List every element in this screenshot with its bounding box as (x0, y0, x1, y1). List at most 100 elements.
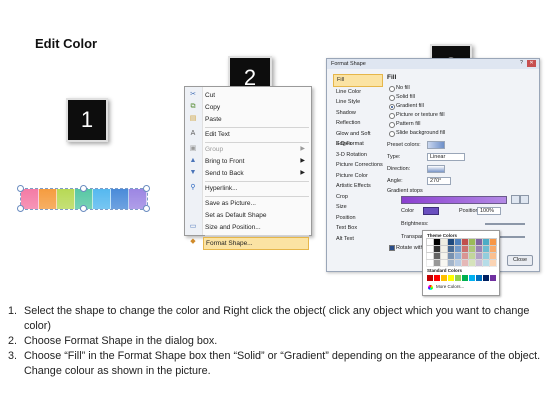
nav-item-shadow[interactable]: Shadow (333, 108, 383, 119)
theme-color-swatch[interactable] (461, 252, 469, 260)
nav-item-size[interactable]: Size (333, 202, 383, 213)
theme-color-swatch[interactable] (461, 245, 469, 253)
standard-color-swatch[interactable] (441, 275, 447, 281)
theme-color-swatch[interactable] (489, 238, 497, 246)
theme-color-swatch[interactable] (489, 252, 497, 260)
fill-option-radio[interactable] (389, 104, 395, 110)
theme-color-swatch[interactable] (440, 252, 448, 260)
standard-color-swatch[interactable] (483, 275, 489, 281)
theme-color-swatch[interactable] (426, 259, 434, 267)
standard-color-swatch[interactable] (427, 275, 433, 281)
selection-handle[interactable] (143, 185, 150, 192)
theme-color-swatch[interactable] (475, 245, 483, 253)
strip-segment[interactable] (39, 189, 57, 209)
brightness-slider[interactable] (485, 223, 525, 225)
rotate-checkbox[interactable] (389, 245, 395, 251)
menu-item-edit-text[interactable]: Edit Text (203, 129, 309, 140)
standard-color-swatch[interactable] (434, 275, 440, 281)
theme-color-swatch[interactable] (433, 259, 441, 267)
selection-handle[interactable] (17, 205, 24, 212)
selection-handle[interactable] (17, 185, 24, 192)
theme-color-swatch[interactable] (482, 259, 490, 267)
gradient-stops-bar[interactable] (401, 196, 507, 204)
theme-color-swatch[interactable] (468, 245, 476, 253)
theme-color-swatch[interactable] (468, 259, 476, 267)
more-colors-link[interactable]: More Colors... (436, 284, 464, 289)
angle-input[interactable]: 270° (427, 177, 451, 185)
nav-item-3-d-rotation[interactable]: 3-D Rotation (333, 150, 383, 161)
nav-item-fill[interactable]: Fill (333, 74, 383, 87)
remove-stop-button[interactable] (520, 195, 529, 204)
menu-item-paste[interactable]: Paste (203, 114, 309, 125)
standard-color-swatch[interactable] (448, 275, 454, 281)
theme-color-swatch[interactable] (454, 238, 462, 246)
theme-color-swatch[interactable] (447, 245, 455, 253)
theme-color-swatch[interactable] (440, 259, 448, 267)
nav-item-reflection[interactable]: Reflection (333, 118, 383, 129)
strip-segment[interactable] (57, 189, 75, 209)
theme-color-swatch[interactable] (461, 238, 469, 246)
theme-color-swatch[interactable] (433, 238, 441, 246)
nav-item-crop[interactable]: Crop (333, 192, 383, 203)
menu-item-size-and-position[interactable]: Size and Position... (203, 222, 309, 233)
preset-colors-dropdown[interactable] (427, 141, 445, 149)
theme-color-swatch[interactable] (461, 259, 469, 267)
theme-color-swatch[interactable] (454, 252, 462, 260)
theme-color-swatch[interactable] (454, 259, 462, 267)
theme-color-swatch[interactable] (440, 238, 448, 246)
strip-segment[interactable] (21, 189, 39, 209)
menu-item-cut[interactable]: Cut (203, 90, 309, 101)
theme-color-swatch[interactable] (447, 259, 455, 267)
menu-item-hyperlink[interactable]: Hyperlink... (203, 183, 309, 194)
theme-color-swatch[interactable] (468, 252, 476, 260)
nav-item-line-color[interactable]: Line Color (333, 87, 383, 98)
position-input[interactable]: 100% (477, 207, 501, 215)
theme-color-swatch[interactable] (482, 238, 490, 246)
theme-color-swatch[interactable] (475, 252, 483, 260)
nav-item-picture-corrections[interactable]: Picture Corrections (333, 160, 383, 171)
standard-color-swatch[interactable] (455, 275, 461, 281)
theme-color-swatch[interactable] (426, 245, 434, 253)
menu-item-format-shape[interactable]: Format Shape... (203, 237, 309, 250)
fill-option-radio[interactable] (389, 95, 395, 101)
theme-color-swatch[interactable] (475, 259, 483, 267)
fill-option-radio[interactable] (389, 113, 395, 119)
color-picker-button[interactable] (423, 207, 439, 215)
strip-segment[interactable] (111, 189, 129, 209)
standard-color-swatch[interactable] (476, 275, 482, 281)
theme-color-swatch[interactable] (447, 238, 455, 246)
add-stop-button[interactable] (511, 195, 520, 204)
theme-color-swatch[interactable] (447, 252, 455, 260)
selection-handle[interactable] (143, 205, 150, 212)
direction-dropdown[interactable] (427, 165, 445, 173)
standard-color-swatch[interactable] (469, 275, 475, 281)
theme-color-swatch[interactable] (489, 245, 497, 253)
nav-item-picture-color[interactable]: Picture Color (333, 171, 383, 182)
close-icon[interactable]: ✕ (527, 60, 536, 67)
theme-color-swatch[interactable] (482, 252, 490, 260)
menu-item-bring-to-front[interactable]: Bring to Front ▶ (203, 156, 309, 167)
theme-color-swatch[interactable] (426, 238, 434, 246)
theme-color-swatch[interactable] (489, 259, 497, 267)
menu-item-send-to-back[interactable]: Send to Back ▶ (203, 168, 309, 179)
theme-color-swatch[interactable] (433, 245, 441, 253)
menu-item-set-as-default-shape[interactable]: Set as Default Shape (203, 210, 309, 221)
fill-option-radio[interactable] (389, 122, 395, 128)
nav-item-position[interactable]: Position (333, 213, 383, 224)
nav-item-3-d-format[interactable]: 3-D Format (333, 139, 383, 150)
theme-color-swatch[interactable] (468, 238, 476, 246)
selection-handle[interactable] (80, 205, 87, 212)
theme-color-swatch[interactable] (433, 252, 441, 260)
menu-item-group[interactable]: Group ▶ (203, 144, 309, 155)
strip-segment[interactable] (93, 189, 111, 209)
nav-item-artistic-effects[interactable]: Artistic Effects (333, 181, 383, 192)
help-icon[interactable]: ? (518, 60, 525, 67)
theme-color-swatch[interactable] (454, 245, 462, 253)
nav-item-alt-text[interactable]: Alt Text (333, 234, 383, 245)
fill-option-radio[interactable] (389, 131, 395, 137)
menu-item-save-as-picture[interactable]: Save as Picture... (203, 198, 309, 209)
fill-option-radio[interactable] (389, 86, 395, 92)
nav-item-line-style[interactable]: Line Style (333, 97, 383, 108)
theme-color-swatch[interactable] (426, 252, 434, 260)
type-dropdown[interactable]: Linear (427, 153, 465, 161)
